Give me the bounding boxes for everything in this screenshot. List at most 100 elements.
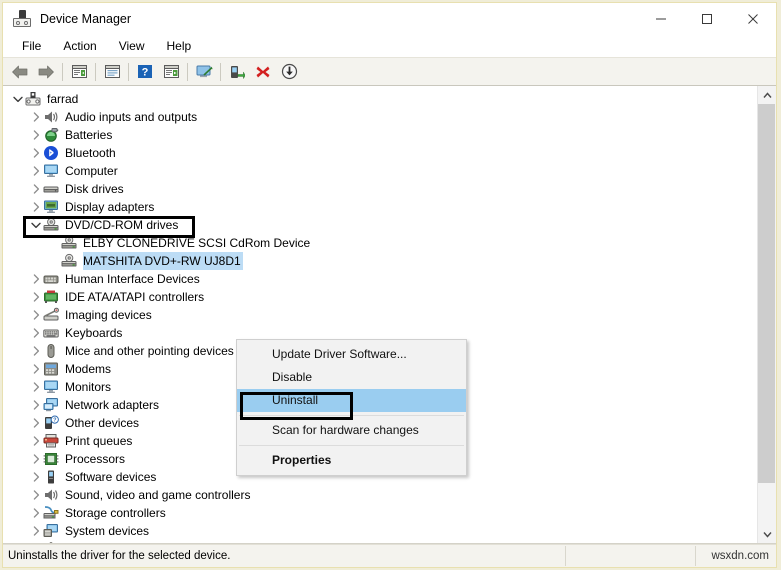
svg-text:?: ? (142, 67, 149, 79)
chevron-right-icon[interactable] (29, 126, 43, 144)
help-icon[interactable]: ? (132, 60, 158, 83)
tree-row[interactable]: Bluetooth (3, 144, 758, 162)
context-menu-item-update-driver[interactable]: Update Driver Software... (237, 343, 466, 366)
tree-row-label: MATSHITA DVD+-RW UJ8D1 (83, 252, 243, 270)
bluetooth-icon (43, 144, 61, 162)
tree-row[interactable]: Human Interface Devices (3, 270, 758, 288)
back-icon[interactable] (7, 60, 33, 83)
tree-row[interactable]: Sound, video and game controllers (3, 486, 758, 504)
close-icon[interactable] (730, 3, 776, 35)
tree-row-label: Processors (65, 452, 126, 466)
system-device-icon (43, 522, 61, 540)
modem-icon (43, 360, 61, 378)
chevron-right-icon[interactable] (29, 414, 43, 432)
chevron-right-icon[interactable] (29, 360, 43, 378)
chevron-right-icon[interactable] (29, 396, 43, 414)
chevron-right-icon[interactable] (29, 432, 43, 450)
chevron-right-icon[interactable] (29, 306, 43, 324)
tree-row[interactable]: System devices (3, 522, 758, 540)
chevron-right-icon[interactable] (29, 324, 43, 342)
menu-bar: File Action View Help (3, 35, 776, 57)
toolbar-separator (95, 62, 96, 81)
status-message: Uninstalls the driver for the selected d… (3, 546, 566, 566)
tree-row[interactable]: IDE ATA/ATAPI controllers (3, 288, 758, 306)
mouse-icon (43, 342, 61, 360)
tree-row[interactable]: DVD/CD-ROM drives (3, 216, 758, 234)
context-menu[interactable]: Update Driver Software... Disable Uninst… (236, 339, 467, 476)
tree-row-label: Sound, video and game controllers (65, 488, 251, 502)
ide-controller-icon (43, 288, 61, 306)
tree-row-root[interactable]: farrad (3, 90, 758, 108)
dvd-drive-icon (43, 216, 61, 234)
chevron-right-icon[interactable] (29, 144, 43, 162)
chevron-right-icon[interactable] (29, 162, 43, 180)
storage-controller-icon (43, 504, 61, 522)
show-hidden-devices-icon[interactable] (66, 60, 92, 83)
chevron-right-icon[interactable] (29, 108, 43, 126)
chevron-right-icon[interactable] (29, 540, 43, 543)
tree-row-label: Mice and other pointing devices (65, 344, 234, 358)
tree-row-label: Universal Serial Bus controllers (65, 540, 232, 543)
chevron-right-icon[interactable] (29, 486, 43, 504)
scroll-up-icon[interactable] (758, 86, 776, 104)
maximize-icon[interactable] (684, 3, 730, 35)
chevron-right-icon[interactable] (29, 522, 43, 540)
chevron-right-icon[interactable] (29, 180, 43, 198)
uninstall-device-icon[interactable] (250, 60, 276, 83)
context-menu-item-properties[interactable]: Properties (237, 449, 466, 472)
tree-row[interactable]: Universal Serial Bus controllers (3, 540, 758, 543)
scroll-down-icon[interactable] (758, 525, 776, 543)
context-menu-item-disable[interactable]: Disable (237, 366, 466, 389)
menu-help[interactable]: Help (156, 36, 203, 56)
chevron-right-icon[interactable] (29, 378, 43, 396)
menu-file[interactable]: File (11, 36, 52, 56)
menu-view[interactable]: View (108, 36, 156, 56)
tree-row[interactable]: Storage controllers (3, 504, 758, 522)
computer-root-icon (25, 90, 43, 108)
hid-icon (43, 270, 61, 288)
tree-row-label: farrad (47, 92, 79, 106)
chevron-right-icon[interactable] (29, 342, 43, 360)
forward-icon[interactable] (33, 60, 59, 83)
chevron-right-icon[interactable] (29, 198, 43, 216)
download-icon[interactable] (276, 60, 302, 83)
device-manager-window: Device Manager File Action View Help ? f… (2, 2, 777, 568)
tree-row-label: Computer (65, 164, 118, 178)
dvd-drive-icon (61, 234, 79, 252)
chevron-right-icon[interactable] (29, 468, 43, 486)
chevron-right-icon[interactable] (29, 504, 43, 522)
tree-row[interactable]: Display adapters (3, 198, 758, 216)
chevron-right-icon[interactable] (29, 270, 43, 288)
speaker-icon (43, 486, 61, 504)
chevron-right-icon[interactable] (29, 288, 43, 306)
properties-icon[interactable] (99, 60, 125, 83)
tree-row[interactable]: Computer (3, 162, 758, 180)
update-driver-icon[interactable] (158, 60, 184, 83)
tree-row[interactable]: Audio inputs and outputs (3, 108, 758, 126)
usb-icon (43, 540, 61, 543)
scrollbar-thumb[interactable] (758, 104, 775, 483)
context-menu-item-scan-hardware-changes[interactable]: Scan for hardware changes (237, 419, 466, 442)
keyboard-icon (43, 324, 61, 342)
tree-row-label: Software devices (65, 470, 157, 484)
menu-action[interactable]: Action (52, 36, 107, 56)
tree-row[interactable]: Disk drives (3, 180, 758, 198)
tree-row-label: Audio inputs and outputs (65, 110, 198, 124)
tree-row[interactable]: Imaging devices (3, 306, 758, 324)
chevron-down-icon[interactable] (29, 216, 43, 234)
device-manager-icon (13, 10, 31, 28)
toolbar-separator (128, 62, 129, 81)
enable-device-icon[interactable] (224, 60, 250, 83)
minimize-icon[interactable] (638, 3, 684, 35)
vertical-scrollbar[interactable] (757, 86, 776, 543)
chevron-right-icon[interactable] (29, 450, 43, 468)
chevron-down-icon[interactable] (11, 90, 25, 108)
scan-hardware-changes-icon[interactable] (191, 60, 217, 83)
window-title: Device Manager (40, 12, 132, 26)
tree-row[interactable]: Batteries (3, 126, 758, 144)
tree-row[interactable]: MATSHITA DVD+-RW UJ8D1 (3, 252, 758, 270)
tree-row-label: Storage controllers (65, 506, 166, 520)
tree-row[interactable]: ELBY CLONEDRIVE SCSI CdRom Device (3, 234, 758, 252)
tree-row-label: Human Interface Devices (65, 272, 200, 286)
